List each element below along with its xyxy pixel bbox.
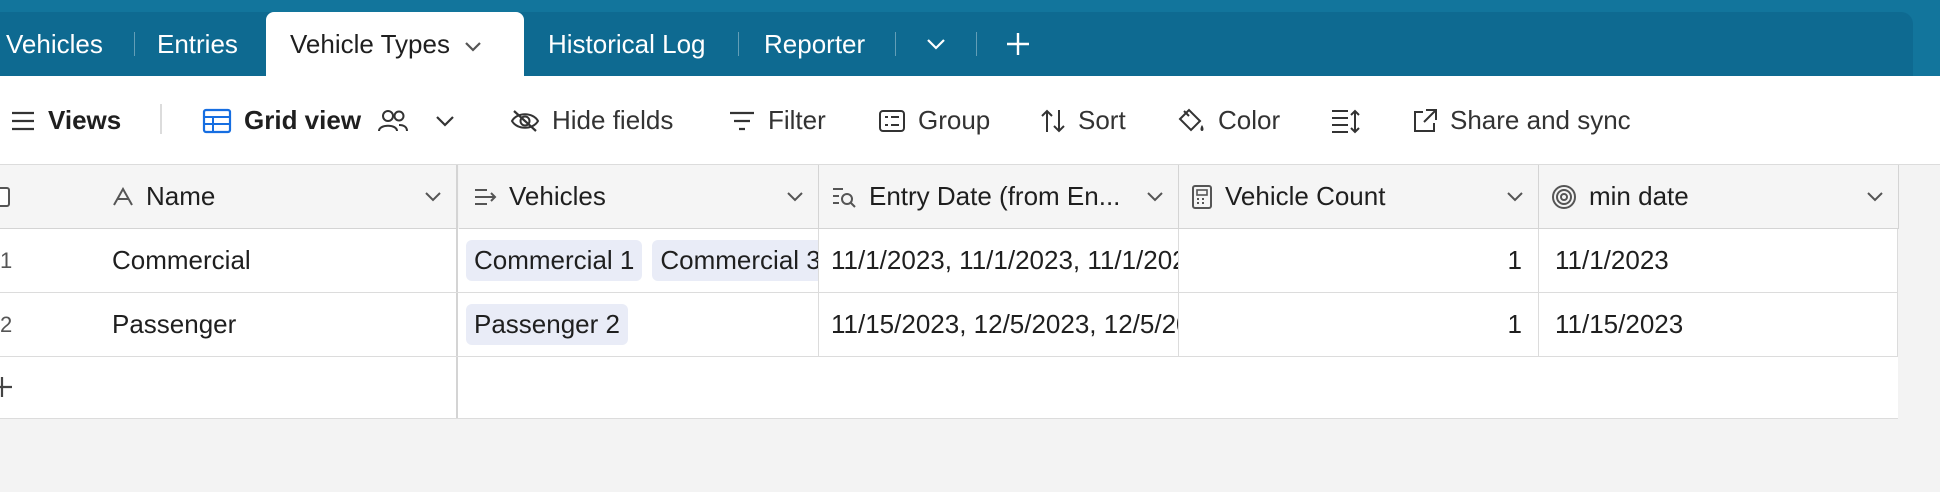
plus-icon [0,377,12,397]
filter-label: Filter [768,105,826,135]
column-label: Name [146,181,216,211]
chevron-down-icon [436,115,454,127]
linked-record-chip[interactable]: Commercial 1 [466,240,643,281]
hide-fields-button[interactable]: Hide fields [510,76,673,165]
grid-view-icon [202,108,232,133]
more-tables-button[interactable] [912,12,960,76]
entry-date-value: 11/1/2023, 11/1/2023, 11/1/2023 [831,245,1179,275]
vehicle-count-cell[interactable]: 1 [1179,229,1539,292]
lookup-icon [831,186,857,208]
menu-icon [12,111,34,130]
row-number: 1 [0,247,13,273]
min-date-value: 11/1/2023 [1555,245,1669,275]
tab-entries[interactable]: Entries [157,12,238,76]
table-row[interactable]: 2 Passenger Passenger 2 11/15/2023, 12/5… [0,293,1898,357]
row-height-icon [1332,109,1360,133]
color-label: Color [1218,105,1281,135]
tab-reporter[interactable]: Reporter [764,12,865,76]
chevron-down-icon[interactable] [1866,191,1884,203]
row-number: 2 [0,311,13,337]
chevron-down-icon[interactable] [1506,191,1524,203]
views-button[interactable]: Views [10,76,121,165]
name-value: Commercial [112,245,251,275]
share-sync-label: Share and sync [1450,105,1631,135]
tab-historical-log[interactable]: Historical Log [548,12,706,76]
group-button[interactable]: Group [878,76,990,165]
tab-divider [976,32,977,56]
sort-label: Sort [1078,105,1126,135]
share-external-icon [1414,108,1437,132]
tab-label: Entries [157,28,238,59]
row-height-button[interactable] [1330,76,1372,165]
name-value: Passenger [112,309,237,339]
add-table-button[interactable] [994,12,1042,76]
view-name: Grid view [244,105,362,135]
entry-date-cell[interactable]: 11/1/2023, 11/1/2023, 11/1/2023 [819,229,1179,292]
toolbar-divider [160,104,162,134]
select-all-checkbox[interactable] [0,187,10,207]
calculator-icon [1191,184,1213,210]
hide-fields-label: Hide fields [552,105,674,135]
column-label: Entry Date (from En... [869,181,1121,211]
tab-divider [134,32,135,56]
chevron-down-icon[interactable] [464,29,482,60]
group-icon [879,109,905,132]
plus-icon [1007,33,1029,55]
tab-label: Vehicle Types [290,28,450,59]
vehicle-count-value: 1 [1507,309,1522,339]
views-label: Views [48,105,122,135]
chevron-down-icon[interactable] [786,191,804,203]
min-date-cell[interactable]: 11/1/2023 [1539,229,1898,292]
vehicle-count-cell[interactable]: 1 [1179,293,1539,356]
entry-date-cell[interactable]: 11/15/2023, 12/5/2023, 12/5/2023 [819,293,1179,356]
table-row[interactable]: 1 Commercial Commercial 1 Commercial 3 1… [0,229,1898,293]
view-switcher-button[interactable]: Grid view [202,76,467,165]
chevron-down-icon[interactable] [1146,191,1164,203]
primary-cell[interactable]: 2 Passenger [0,293,458,356]
primary-cell[interactable]: 1 Commercial [0,229,458,292]
column-header-name[interactable]: Name [0,165,458,229]
tab-vehicle-types[interactable]: Vehicle Types [266,12,524,76]
add-record-row[interactable] [0,357,1898,419]
column-header-min-date[interactable]: min date [1539,165,1899,229]
collaborators-icon [378,109,409,131]
tab-label: Vehicles [6,28,103,59]
share-sync-button[interactable]: Share and sync [1412,76,1631,165]
column-label: Vehicles [509,181,606,211]
linked-record-icon [473,187,497,207]
vehicles-cell[interactable]: Commercial 1 Commercial 3 [460,229,819,292]
filter-button[interactable]: Filter [728,76,826,165]
group-label: Group [918,105,991,135]
tab-divider [738,32,739,56]
rollup-icon [1551,184,1577,210]
entry-date-value: 11/15/2023, 12/5/2023, 12/5/2023 [831,309,1178,339]
linked-record-chip[interactable]: Passenger 2 [466,304,628,345]
vehicles-cell[interactable]: Passenger 2 [460,293,819,356]
min-date-cell[interactable]: 11/15/2023 [1539,293,1898,356]
filter-icon [730,111,754,130]
tab-label: Reporter [764,28,866,59]
data-grid: Name Vehicles Entry Date (from En... Veh… [0,165,1940,492]
column-label: min date [1589,181,1689,211]
min-date-value: 11/15/2023 [1555,309,1684,339]
add-record-cell[interactable] [0,357,458,418]
sort-button[interactable]: Sort [1040,76,1126,165]
tab-label: Historical Log [548,28,706,59]
color-button[interactable]: Color [1176,76,1280,165]
column-header-vehicle-count[interactable]: Vehicle Count [1179,165,1539,229]
tab-vehicles[interactable]: Vehicles [6,12,103,76]
linked-record-chip[interactable]: Commercial 3 [652,240,818,281]
chevron-down-icon [927,39,945,50]
sort-icon [1041,109,1065,132]
column-label: Vehicle Count [1225,181,1386,211]
column-header-entry-date[interactable]: Entry Date (from En... [819,165,1179,229]
text-field-icon [112,186,134,207]
paint-bucket-icon [1178,108,1204,131]
vehicle-count-value: 1 [1507,245,1522,275]
column-header-vehicles[interactable]: Vehicles [459,165,819,229]
tab-divider [895,32,896,56]
chevron-down-icon[interactable] [424,191,442,203]
eye-slash-icon [510,109,540,132]
